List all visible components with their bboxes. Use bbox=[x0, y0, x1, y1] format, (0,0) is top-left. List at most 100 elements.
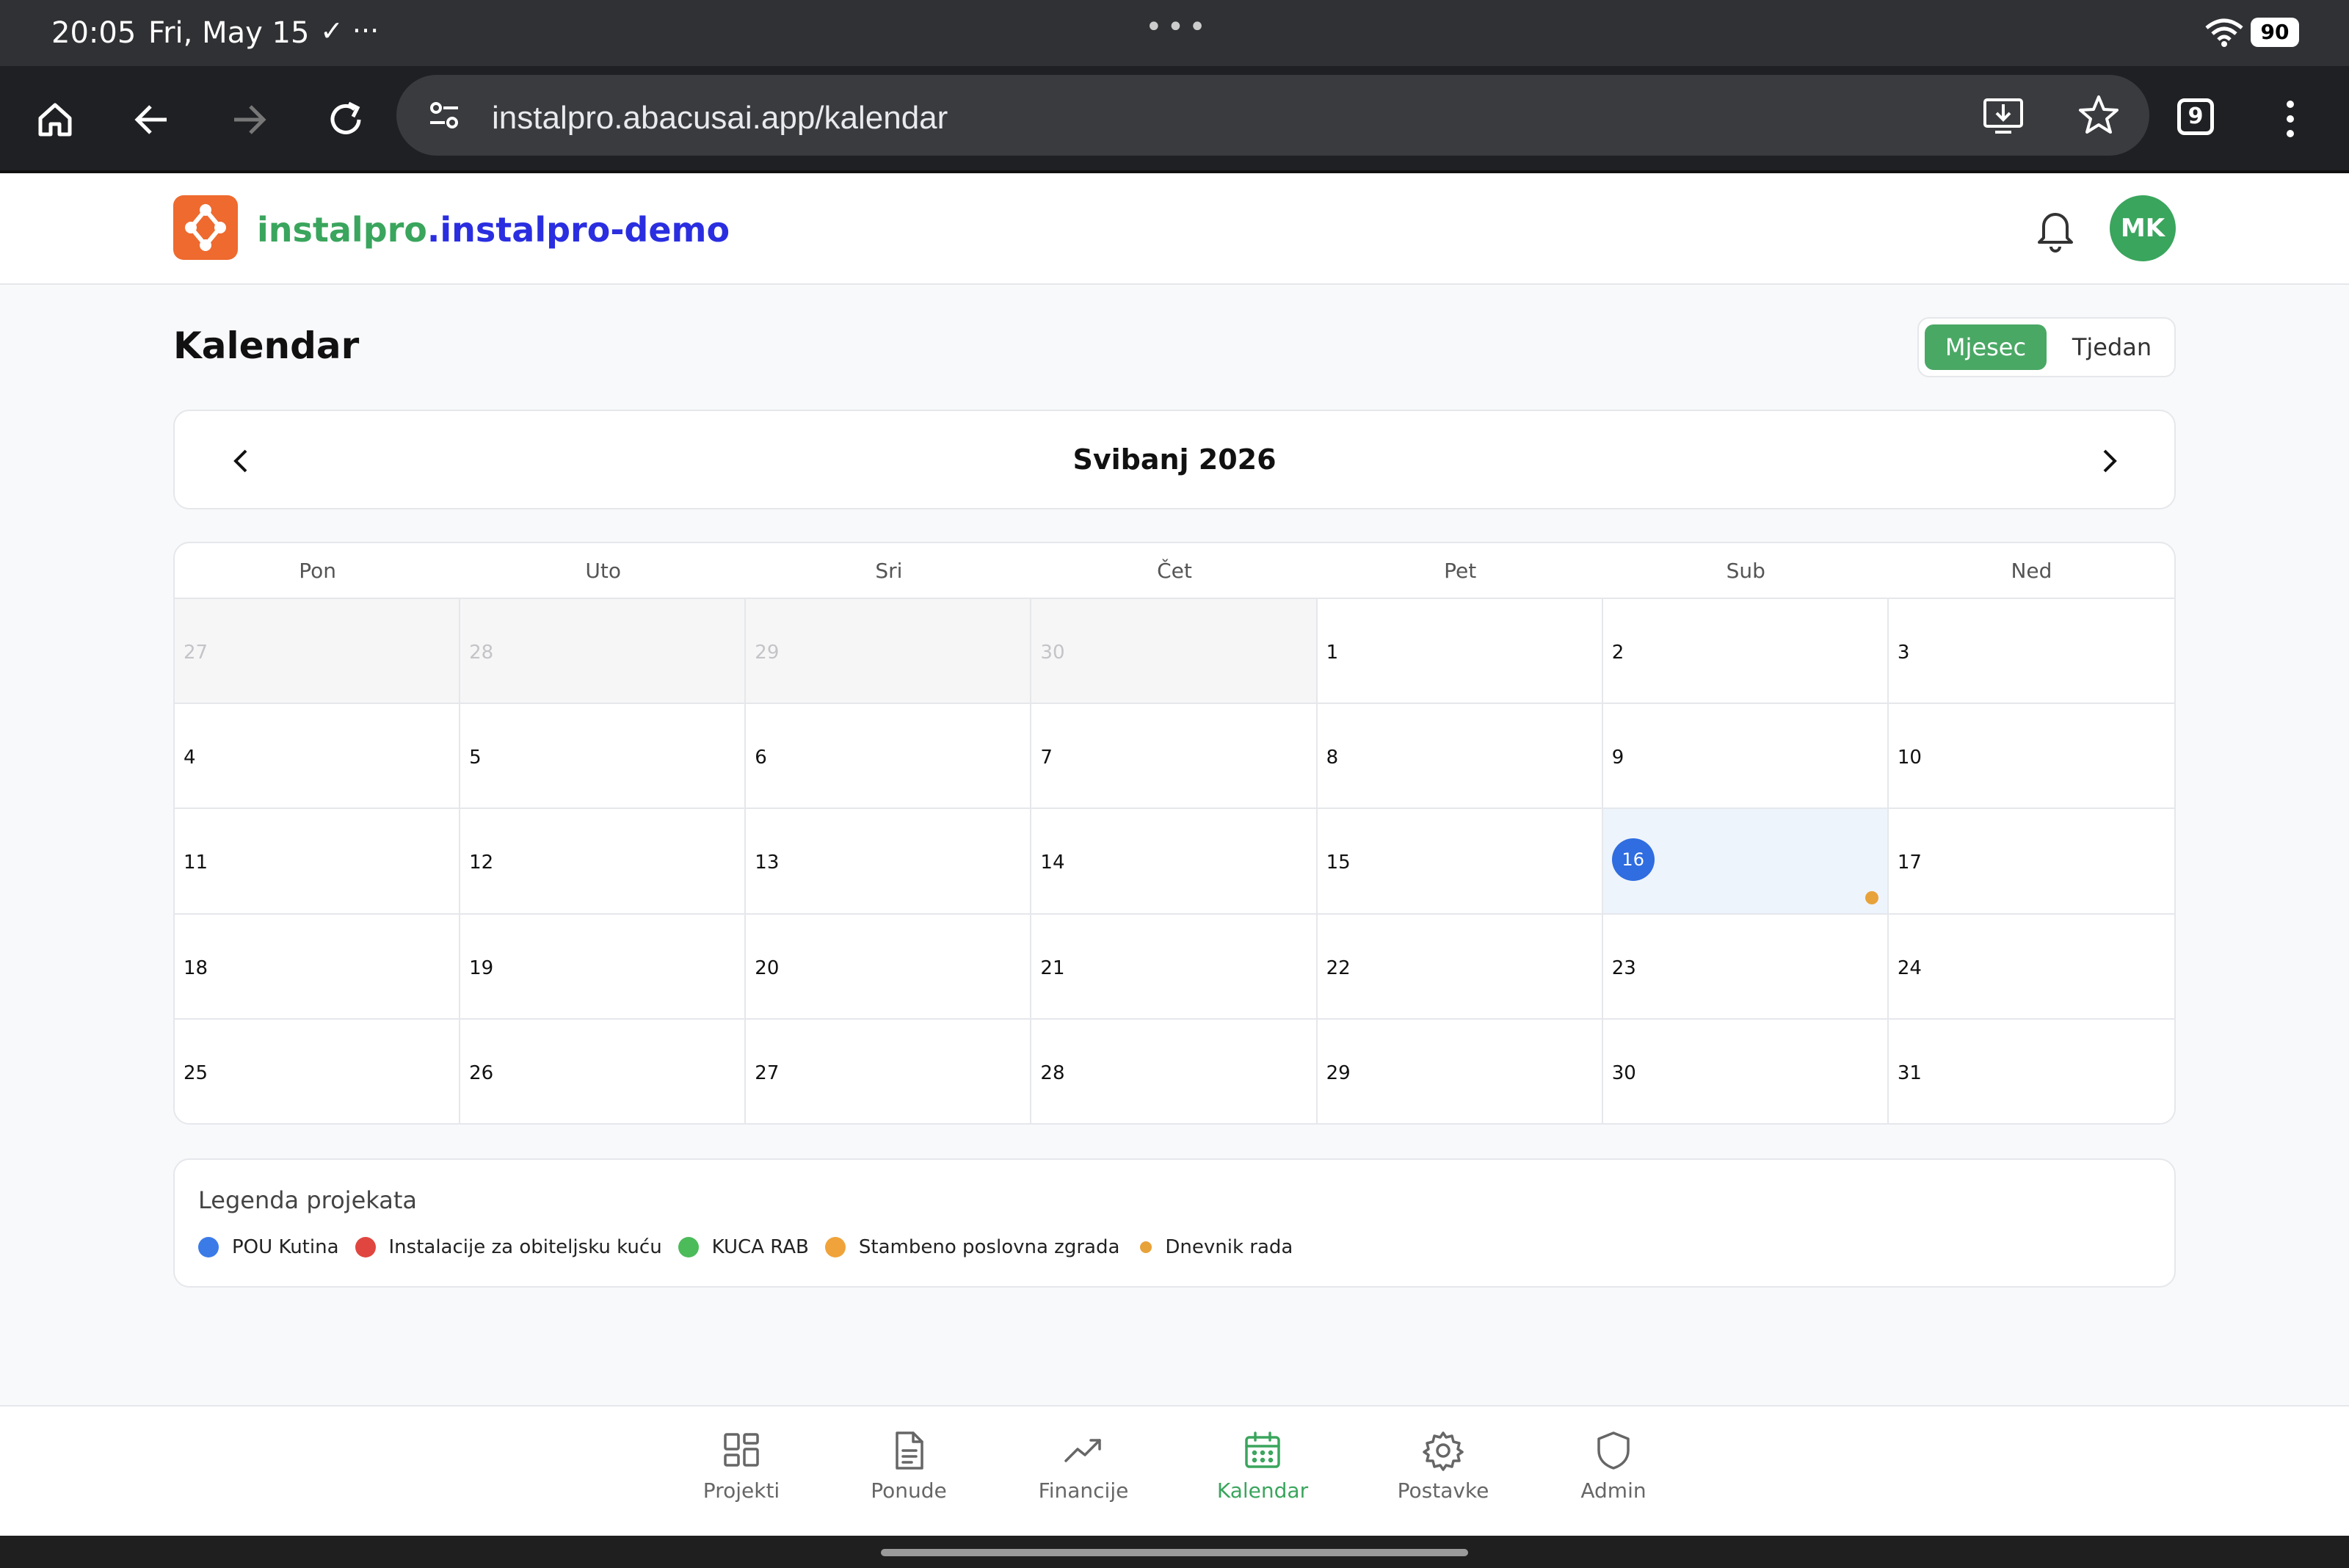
day-number: 27 bbox=[184, 642, 208, 664]
weekday-label: Pon bbox=[299, 559, 336, 583]
day-cell[interactable]: 1 bbox=[1317, 599, 1603, 705]
weekday-label: Ned bbox=[2011, 559, 2052, 583]
next-month-button[interactable] bbox=[2088, 439, 2132, 483]
legend-label: Instalacije za obiteljsku kuću bbox=[388, 1236, 662, 1258]
app-logo[interactable] bbox=[173, 195, 238, 260]
day-cell-today[interactable]: 16 bbox=[1602, 809, 1889, 915]
day-number: 26 bbox=[469, 1061, 494, 1084]
event-dot[interactable] bbox=[1865, 890, 1878, 904]
day-number: 2 bbox=[1611, 642, 1624, 664]
day-number: 29 bbox=[755, 642, 780, 664]
legend-label: POU Kutina bbox=[232, 1236, 339, 1258]
day-cell[interactable]: 9 bbox=[1602, 704, 1889, 810]
day-number: 12 bbox=[469, 852, 494, 874]
legend-color-dot bbox=[824, 1237, 846, 1257]
day-number: 20 bbox=[755, 957, 780, 979]
brand-org: instalpro bbox=[257, 210, 427, 250]
day-cell[interactable]: 31 bbox=[1888, 1019, 2174, 1123]
legend-items: POU Kutina Instalacije za obiteljsku kuću… bbox=[198, 1236, 1309, 1258]
day-cell[interactable]: 12 bbox=[460, 809, 747, 915]
site-settings-icon[interactable] bbox=[426, 97, 462, 134]
day-cell[interactable]: 23 bbox=[1602, 914, 1889, 1020]
legend-label: Stambeno poslovna zgrada bbox=[858, 1236, 1120, 1258]
weekday-label: Sri bbox=[875, 559, 903, 583]
notifications-bell-icon[interactable] bbox=[2033, 206, 2077, 253]
day-cell[interactable]: 24 bbox=[1888, 914, 2174, 1020]
day-number: 4 bbox=[184, 747, 196, 769]
view-month-button[interactable]: Mjesec bbox=[1925, 324, 2047, 370]
day-cell[interactable]: 11 bbox=[175, 809, 461, 915]
day-cell[interactable]: 29 bbox=[746, 599, 1032, 705]
month-calendar: Pon Uto Sri Čet Pet Sub Ned 27 28 29 30 1 2 3 4 5 6 7 8 9 1… bbox=[173, 542, 2176, 1125]
legend-color-dot bbox=[355, 1237, 376, 1257]
day-number: 25 bbox=[184, 1061, 208, 1084]
legend-color-dot bbox=[198, 1237, 219, 1257]
day-cell[interactable]: 6 bbox=[746, 704, 1032, 810]
day-cell[interactable]: 13 bbox=[746, 809, 1032, 915]
nav-item-admin[interactable]: Admin bbox=[1540, 1430, 1687, 1503]
month-navigator: Svibanj 2026 bbox=[173, 410, 2176, 509]
nav-item-financije[interactable]: Financije bbox=[1010, 1430, 1157, 1503]
day-cell[interactable]: 17 bbox=[1888, 809, 2174, 915]
menu-kebab-icon[interactable] bbox=[2276, 97, 2305, 141]
day-cell[interactable]: 5 bbox=[460, 704, 747, 810]
day-cell[interactable]: 10 bbox=[1888, 704, 2174, 810]
day-cell[interactable]: 28 bbox=[460, 599, 747, 705]
day-number: 6 bbox=[755, 747, 767, 769]
home-gesture-handle[interactable] bbox=[881, 1549, 1468, 1556]
view-week-button[interactable]: Tjedan bbox=[2052, 324, 2171, 370]
address-bar[interactable]: instalpro.abacusai.app/kalendar bbox=[396, 75, 2149, 156]
nav-item-ponude[interactable]: Ponude bbox=[835, 1430, 982, 1503]
day-cell[interactable]: 14 bbox=[1031, 809, 1318, 915]
bottom-navigation: Projekti Ponude Financije Kalendar Postavke A… bbox=[0, 1405, 2349, 1536]
day-cell[interactable]: 26 bbox=[460, 1019, 747, 1123]
day-cell[interactable]: 27 bbox=[746, 1019, 1032, 1123]
day-cell[interactable]: 4 bbox=[175, 704, 461, 810]
legend-item: POU Kutina bbox=[198, 1236, 339, 1258]
weekday-label: Sub bbox=[1726, 559, 1765, 583]
home-icon[interactable] bbox=[29, 94, 81, 145]
day-number: 11 bbox=[184, 852, 208, 874]
day-cell[interactable]: 19 bbox=[460, 914, 747, 1020]
day-cell[interactable]: 29 bbox=[1317, 1019, 1603, 1123]
nav-item-projekti[interactable]: Projekti bbox=[668, 1430, 815, 1503]
day-cell[interactable]: 30 bbox=[1602, 1019, 1889, 1123]
nav-item-kalendar[interactable]: Kalendar bbox=[1189, 1430, 1336, 1503]
legend-item: Dnevnik rada bbox=[1136, 1236, 1293, 1258]
day-cell[interactable]: 3 bbox=[1888, 599, 2174, 705]
day-cell[interactable]: 25 bbox=[175, 1019, 461, 1123]
day-cell[interactable]: 15 bbox=[1317, 809, 1603, 915]
weekday-header: Pon Uto Sri Čet Pet Sub Ned bbox=[175, 543, 2174, 599]
legend-color-dot bbox=[1140, 1241, 1152, 1253]
day-cell[interactable]: 30 bbox=[1031, 599, 1318, 705]
day-cell[interactable]: 22 bbox=[1317, 914, 1603, 1020]
app-header: instalpro.instalpro-demo MK bbox=[0, 173, 2349, 285]
day-cell[interactable]: 21 bbox=[1031, 914, 1318, 1020]
day-number: 19 bbox=[469, 957, 494, 979]
day-cell[interactable]: 27 bbox=[175, 599, 461, 705]
gear-icon bbox=[1423, 1431, 1464, 1471]
back-icon[interactable] bbox=[126, 94, 178, 145]
brand-title[interactable]: instalpro.instalpro-demo bbox=[257, 210, 730, 250]
day-number: 1 bbox=[1326, 642, 1339, 664]
multitask-dots-icon[interactable]: ••• bbox=[1145, 10, 1210, 44]
url-text[interactable]: instalpro.abacusai.app/kalendar bbox=[492, 100, 948, 137]
nav-item-postavke[interactable]: Postavke bbox=[1370, 1430, 1517, 1503]
day-cell[interactable]: 18 bbox=[175, 914, 461, 1020]
bookmark-star-icon[interactable] bbox=[2077, 94, 2120, 137]
user-avatar[interactable]: MK bbox=[2110, 195, 2176, 261]
forward-icon[interactable] bbox=[223, 94, 275, 145]
tab-switcher-button[interactable]: 9 bbox=[2177, 98, 2214, 135]
wifi-icon bbox=[2205, 18, 2243, 47]
day-number: 15 bbox=[1326, 852, 1351, 874]
nav-label: Ponude bbox=[871, 1478, 947, 1503]
install-app-icon[interactable] bbox=[1982, 94, 2025, 137]
day-cell[interactable]: 8 bbox=[1317, 704, 1603, 810]
reload-icon[interactable] bbox=[320, 94, 371, 145]
day-cell[interactable]: 20 bbox=[746, 914, 1032, 1020]
day-cell[interactable]: 28 bbox=[1031, 1019, 1318, 1123]
day-cell[interactable]: 7 bbox=[1031, 704, 1318, 810]
day-cell[interactable]: 2 bbox=[1602, 599, 1889, 705]
day-number: 17 bbox=[1897, 852, 1922, 874]
day-number: 28 bbox=[1040, 1061, 1065, 1084]
